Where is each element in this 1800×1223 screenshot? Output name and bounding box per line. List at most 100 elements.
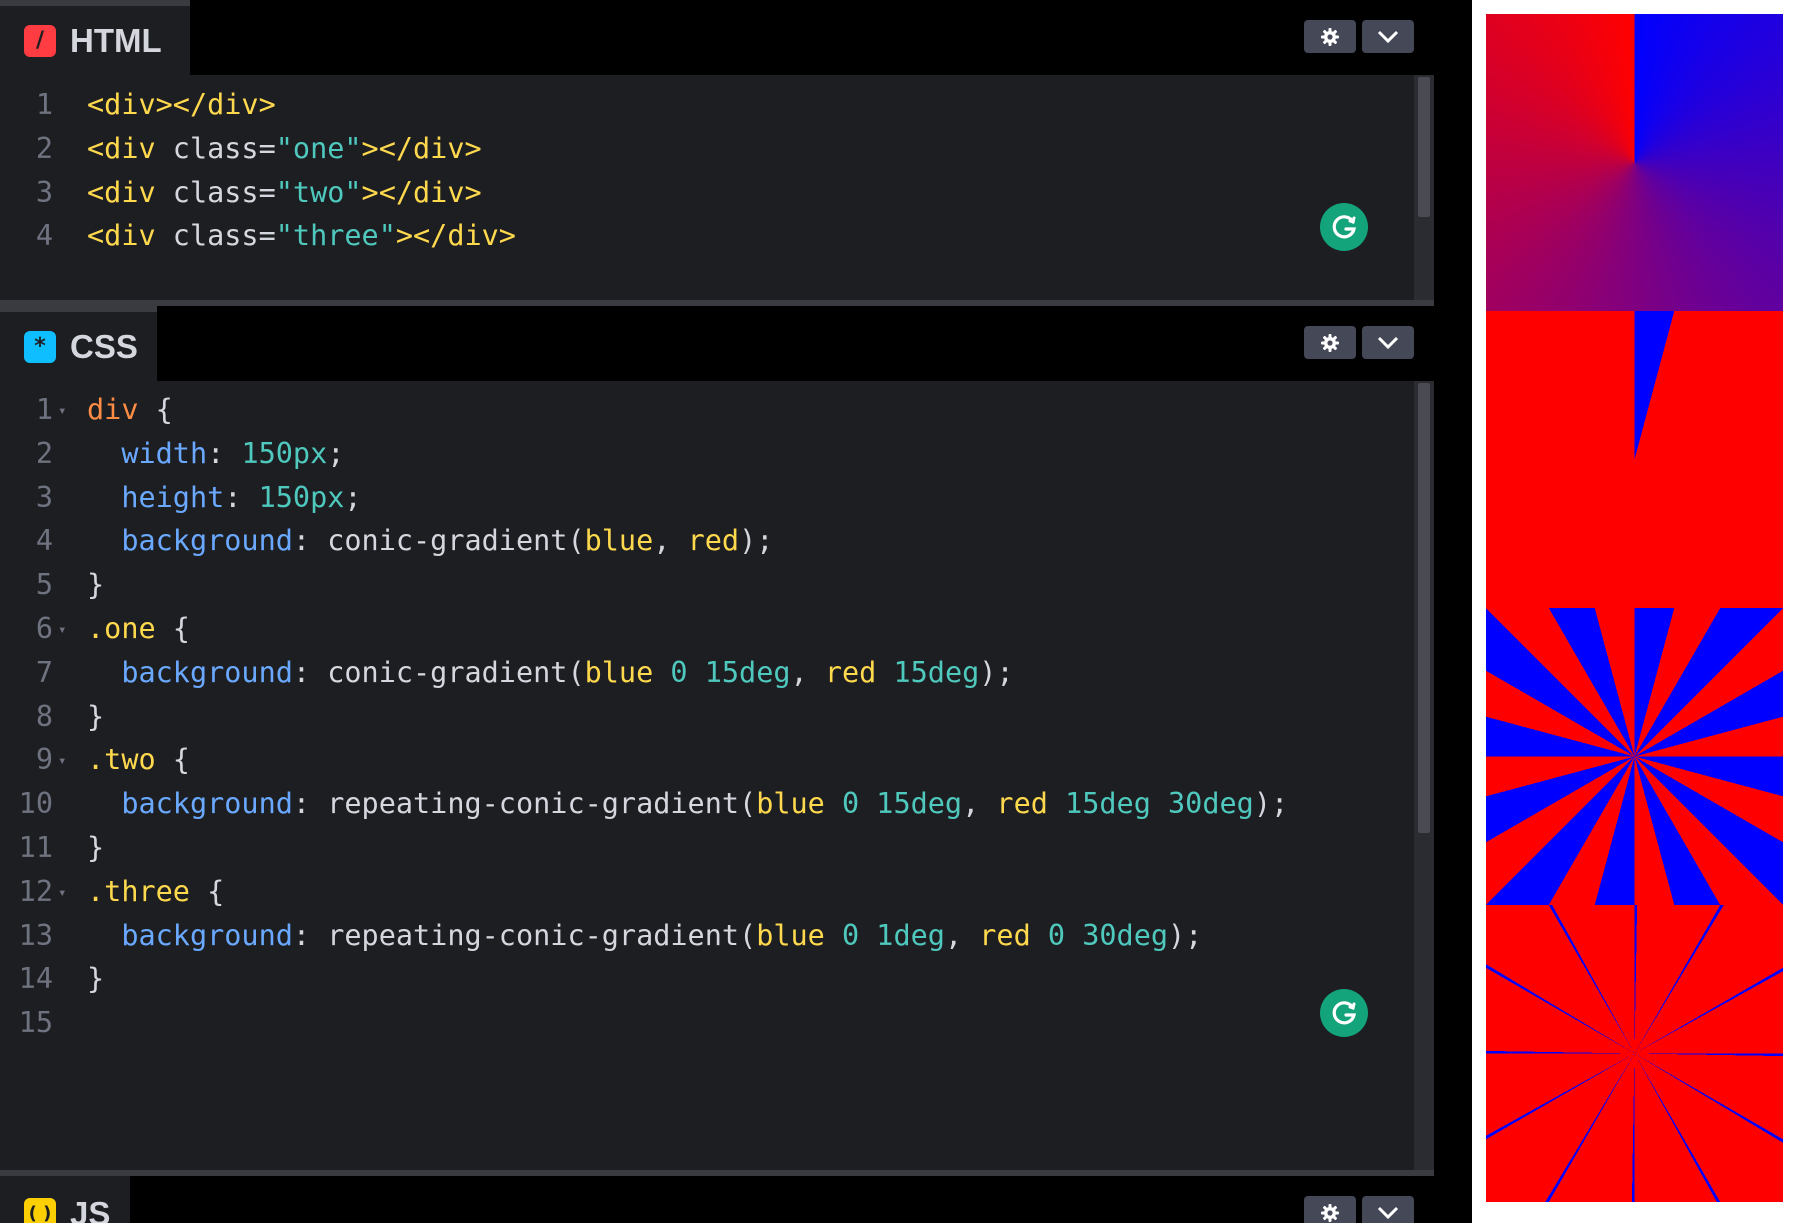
code-token: background [87,655,293,689]
preview-div-one [1486,311,1783,608]
line-number: 9 [35,743,53,777]
code-line[interactable]: 3 <div class="two"></div> [0,171,1400,215]
code-token: red [687,524,740,558]
css-scrollbar[interactable] [1414,381,1434,1170]
code-token: "three" [275,219,396,253]
html-code-area[interactable]: 1 <div></div> 2 <div class="one"></div> 3 <di… [0,83,1400,283]
code-token: ></div> [395,219,516,253]
code-line[interactable]: 2 width: 150px; [0,432,1400,476]
html-slash-icon: / [24,24,56,57]
css-code-area[interactable]: 1 ▾ div {2 width: 150px; 3 height: 150px; 4 … [0,388,1400,1088]
code-token: class= [172,131,276,165]
code-line[interactable]: 3 height: 150px; [0,476,1400,520]
line-number: 7 [35,655,53,689]
code-token: <div [87,219,173,253]
code-text: <div class="one"></div> [87,127,482,171]
html-editor-panel: / HTML 1 <div></div> 2 <div class="one"></d… [0,0,1434,300]
code-line[interactable]: 5} [0,563,1400,607]
code-text: .two { [87,738,190,782]
fold-toggle-icon[interactable]: ▾ [58,608,66,652]
code-text: } [87,826,104,870]
code-line[interactable]: 9 ▾ .two { [0,738,1400,782]
code-token: 0 15deg [670,655,791,689]
code-token: , [653,524,688,558]
code-line[interactable]: 14} [0,957,1400,1001]
html-settings-button[interactable] [1304,20,1356,53]
js-braces-icon: ( ) [24,1197,56,1223]
code-line[interactable]: 12 ▾ .three { [0,870,1400,914]
code-line[interactable]: 13 background: repeating-conic-gradient(… [0,914,1400,958]
code-text: .three { [87,870,224,914]
code-text: <div class="two"></div> [87,171,482,215]
line-number: 4 [35,524,53,558]
code-token: red [996,787,1066,821]
grammarly-button[interactable] [1320,989,1368,1037]
code-token: .three [87,874,190,908]
code-token: background [87,524,293,558]
css-tab-label: CSS [70,327,138,365]
code-token: : conic-gradient( [292,655,585,689]
line-number: 2 [35,131,53,165]
line-number: 5 [35,568,53,602]
css-collapse-button[interactable] [1362,326,1414,359]
js-collapse-button[interactable] [1362,1196,1414,1223]
css-editor-panel: * CSS 1 ▾ div {2 width: 150px; 3 height: 15… [0,306,1434,1170]
code-token: ></div> [361,175,482,209]
fold-toggle-icon[interactable]: ▾ [58,389,66,433]
code-token: <div></div> [87,88,276,121]
line-number: 2 [35,436,53,470]
code-token: , [944,918,980,952]
code-text: <div class="three"></div> [87,214,516,258]
code-line[interactable]: 8} [0,695,1400,739]
code-token: background [87,787,293,821]
css-asterisk-icon: * [24,330,56,363]
code-token: blue [756,787,842,821]
code-token: ; [344,480,362,514]
code-token: : repeating-conic-gradient( [292,918,757,952]
js-editor-panel: ( ) JS [0,1176,1434,1223]
code-line[interactable]: 4 background: conic-gradient(blue, red); [0,519,1400,563]
code-line[interactable]: 1 <div></div> [0,83,1400,127]
code-text: background: conic-gradient(blue, red); [87,519,773,563]
preview-pane [1472,0,1800,1223]
code-line[interactable]: 2 <div class="one"></div> [0,127,1400,171]
line-number: 1 [35,393,53,426]
code-line[interactable]: 1 ▾ div { [0,388,1400,432]
code-line[interactable]: 4 <div class="three"></div> [0,214,1400,258]
code-token: blue [584,655,671,689]
code-line[interactable]: 6 ▾ .one { [0,607,1400,651]
js-settings-button[interactable] [1304,1196,1356,1223]
html-scroll-thumb[interactable] [1418,77,1430,217]
html-collapse-button[interactable] [1362,20,1414,53]
grammarly-button[interactable] [1320,203,1368,251]
line-number: 12 [18,874,53,908]
code-line[interactable]: 15 [0,1001,1400,1045]
code-line[interactable]: 7 background: conic-gradient(blue 0 15de… [0,651,1400,695]
code-token: <div [87,175,173,209]
html-tab[interactable]: / HTML [0,0,190,75]
css-settings-button[interactable] [1304,326,1356,359]
line-number: 11 [18,831,53,864]
fold-toggle-icon[interactable]: ▾ [58,739,66,783]
css-tab[interactable]: * CSS [0,306,157,381]
code-line[interactable]: 11} [0,826,1400,870]
code-line[interactable]: 10 background: repeating-conic-gradient(… [0,782,1400,826]
gear-icon [1321,27,1339,46]
code-text: } [87,957,104,1001]
code-token: background [87,918,293,952]
code-token: 0 15deg [841,787,963,821]
chevron-down-icon [1377,336,1399,349]
gear-icon [1321,333,1339,352]
code-token: "two" [275,175,362,209]
code-text: } [87,695,104,739]
html-panel-header: / HTML [0,0,1434,75]
code-token: : [207,436,242,470]
code-token: { [189,874,225,908]
fold-toggle-icon[interactable]: ▾ [58,871,66,915]
css-scroll-thumb[interactable] [1418,383,1430,833]
js-tab[interactable]: ( ) JS [0,1176,130,1223]
html-scrollbar[interactable] [1414,75,1434,300]
code-token: div [87,393,139,426]
line-number: 8 [35,699,53,733]
code-token: .two [87,743,156,777]
